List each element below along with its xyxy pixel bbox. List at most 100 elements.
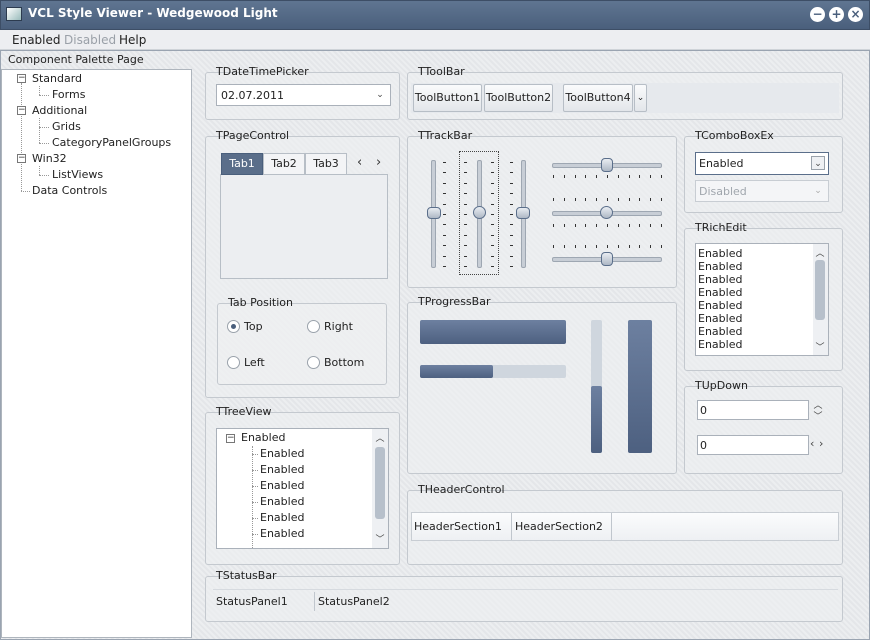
tab-3[interactable]: Tab3	[305, 153, 347, 175]
group-title: THeaderControl	[418, 483, 505, 496]
tick-mark	[553, 198, 554, 201]
chevron-right-icon[interactable]: ›	[819, 437, 823, 450]
tick-mark	[510, 245, 513, 247]
group-title: TTrackBar	[418, 129, 473, 142]
updown-field-1[interactable]	[697, 400, 809, 420]
chevron-down-icon[interactable]: ⌄	[634, 84, 647, 112]
tick-mark	[491, 193, 494, 195]
header-section-2[interactable]: HeaderSection2	[512, 513, 612, 540]
minimize-icon[interactable]: −	[810, 7, 825, 22]
tree-line	[39, 175, 49, 176]
tree-node-win32[interactable]: Win32	[32, 152, 67, 165]
tick-mark	[510, 234, 513, 236]
tick-mark	[585, 245, 587, 248]
trackbar-thumb[interactable]	[473, 206, 486, 219]
tree-node-grids[interactable]: Grids	[52, 120, 81, 133]
tree-line	[39, 166, 40, 175]
tick-mark	[650, 245, 652, 248]
tick-mark	[491, 182, 494, 184]
palette-tree[interactable]	[1, 69, 192, 638]
tick-mark	[510, 193, 513, 195]
chevron-down-icon[interactable]: ⌄	[373, 88, 387, 102]
trackbar-thumb[interactable]	[427, 207, 441, 219]
chevron-right-icon[interactable]: ›	[376, 155, 381, 170]
toolbutton-1[interactable]: ToolButton1	[413, 84, 482, 112]
tick-mark	[443, 255, 446, 257]
menu-disabled[interactable]: Disabled	[64, 33, 116, 47]
treeview-item[interactable]: Enabled	[260, 447, 304, 460]
tick-mark	[553, 245, 554, 248]
chevron-down-icon[interactable]: ﹀	[812, 409, 824, 422]
toolbutton-4[interactable]: ToolButton4	[563, 84, 633, 112]
menu-help[interactable]: Help	[119, 33, 146, 47]
treeview-root[interactable]: Enabled	[241, 431, 285, 444]
toolbutton-2[interactable]: ToolButton2	[484, 84, 553, 112]
scrollbar-thumb[interactable]	[375, 447, 385, 519]
maximize-icon[interactable]: +	[829, 7, 844, 22]
treeview-item[interactable]: Enabled	[260, 527, 304, 540]
tree-node-standard[interactable]: Standard	[32, 72, 82, 85]
chevron-up-icon[interactable]: ︿	[814, 246, 826, 259]
close-icon[interactable]: ×	[848, 7, 863, 22]
tree-line	[39, 118, 40, 143]
tick-mark	[510, 224, 513, 226]
tick-mark	[563, 175, 565, 178]
progressbar-2	[420, 365, 566, 378]
tree-node-additional[interactable]: Additional	[32, 104, 87, 117]
combo-value: Enabled	[699, 157, 744, 170]
tree-node-categorypanelgroups[interactable]: CategoryPanelGroups	[52, 136, 171, 149]
tree-line	[252, 534, 258, 535]
collapse-icon[interactable]: −	[17, 74, 26, 83]
radio-left[interactable]	[227, 356, 240, 369]
tree-node-forms[interactable]: Forms	[52, 88, 85, 101]
tick-mark	[491, 245, 494, 247]
tick-mark	[661, 224, 662, 227]
updown-field-2[interactable]	[697, 435, 809, 455]
richedit-line: Enabled	[698, 338, 743, 351]
tick-mark	[574, 175, 576, 178]
treeview-item[interactable]: Enabled	[260, 511, 304, 524]
trackbar-thumb[interactable]	[600, 206, 613, 219]
tick-mark	[639, 198, 641, 201]
chevron-down-icon[interactable]: ﹀	[374, 532, 386, 545]
richedit-line: Enabled	[698, 299, 743, 312]
tick-mark	[574, 245, 576, 248]
radio-top[interactable]	[227, 320, 240, 333]
radio-bottom[interactable]	[307, 356, 320, 369]
statusbar-strip	[213, 589, 838, 613]
chevron-up-icon[interactable]: ︿	[374, 431, 386, 444]
tree-line	[21, 191, 30, 192]
header-section-1[interactable]: HeaderSection1	[411, 513, 512, 540]
treeview-item[interactable]: Enabled	[260, 463, 304, 476]
tick-mark	[650, 175, 652, 178]
collapse-icon[interactable]: −	[226, 434, 235, 443]
tree-node-data-controls[interactable]: Data Controls	[32, 184, 107, 197]
collapse-icon[interactable]: −	[17, 106, 26, 115]
tick-mark	[443, 214, 446, 215]
tick-mark	[585, 198, 587, 201]
radio-label: Right	[324, 320, 353, 333]
tab-2[interactable]: Tab2	[263, 153, 305, 175]
chevron-down-icon[interactable]: ⌄	[811, 156, 825, 170]
tick-mark	[617, 175, 619, 178]
chevron-left-icon[interactable]: ‹	[357, 155, 362, 170]
chevron-left-icon[interactable]: ‹	[810, 437, 814, 450]
richedit-box[interactable]: Enabled Enabled Enabled Enabled Enabled Enabl…	[695, 243, 829, 356]
trackbar-thumb[interactable]	[601, 158, 613, 172]
group-title: TStatusBar	[216, 569, 277, 582]
trackbar-thumb[interactable]	[516, 207, 530, 219]
menu-enabled[interactable]: Enabled	[12, 33, 61, 47]
tree-node-listviews[interactable]: ListViews	[52, 168, 103, 181]
tab-sheet	[220, 174, 388, 279]
tab-1[interactable]: Tab1	[221, 153, 263, 175]
richedit-lines: Enabled Enabled Enabled Enabled Enabled Enabl…	[698, 247, 742, 351]
scrollbar-thumb[interactable]	[815, 260, 825, 320]
radio-right[interactable]	[307, 320, 320, 333]
treeview-item[interactable]: Enabled	[260, 495, 304, 508]
trackbar-thumb[interactable]	[601, 252, 613, 266]
treeview-item[interactable]: Enabled	[260, 479, 304, 492]
tree-line	[252, 470, 258, 471]
progress-fill	[591, 386, 602, 453]
chevron-down-icon[interactable]: ﹀	[814, 340, 826, 353]
collapse-icon[interactable]: −	[17, 154, 26, 163]
